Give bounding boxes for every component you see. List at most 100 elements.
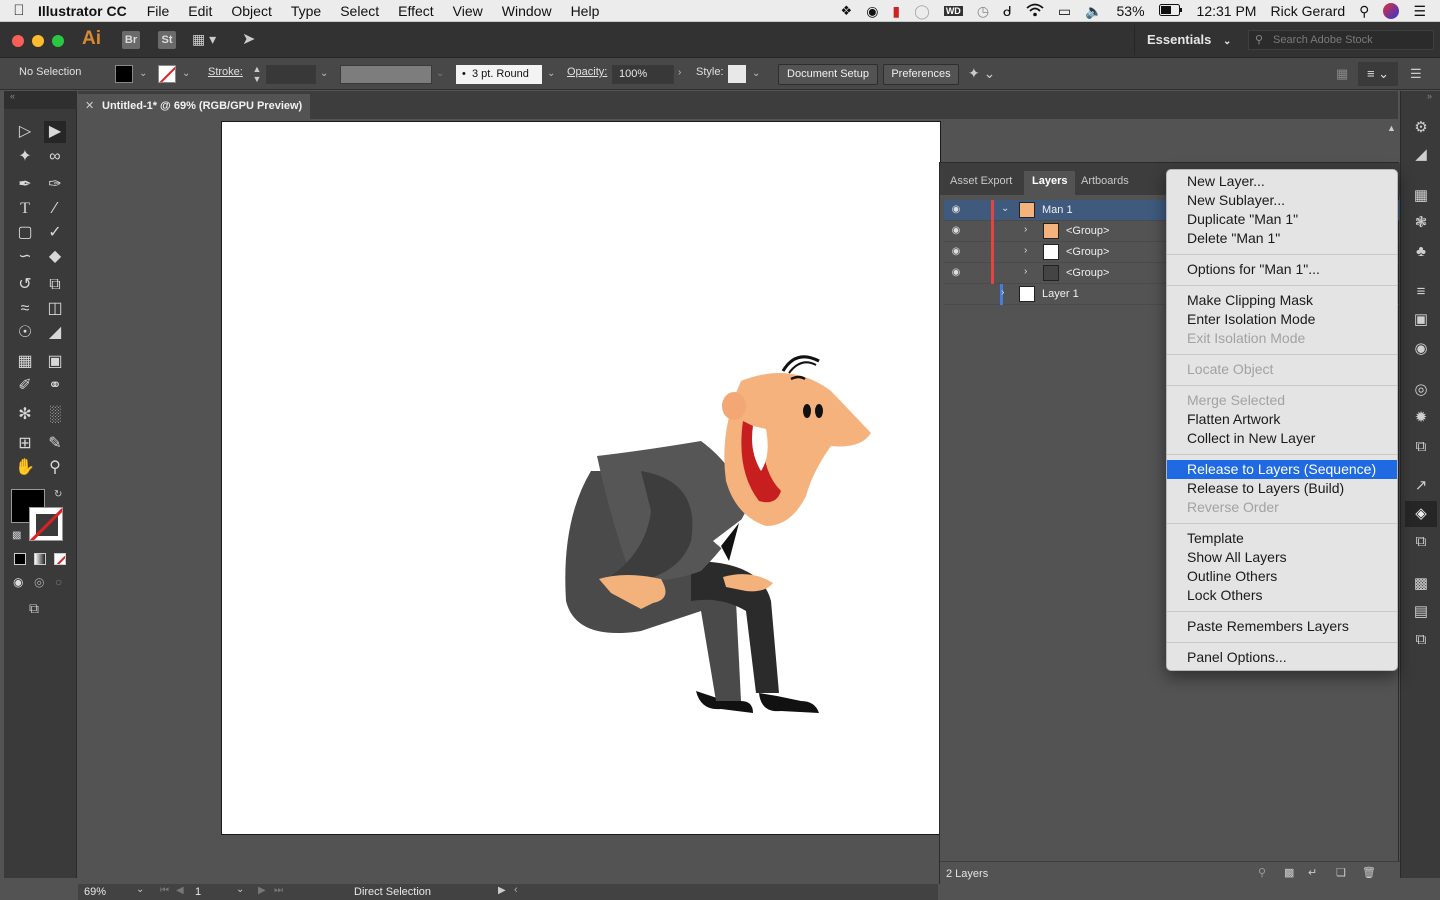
paintbrush-icon[interactable]: ✓ <box>44 222 66 244</box>
battery-percent[interactable]: 53% <box>1117 3 1145 19</box>
menu-item-make-clipping-mask[interactable]: Make Clipping Mask <box>1167 291 1397 310</box>
last-artboard-icon[interactable]: ⏭ <box>274 885 283 896</box>
scroll-left-icon[interactable]: ‹ <box>514 884 518 896</box>
default-colors-icon[interactable]: ▩ <box>12 530 21 541</box>
stroke-swatch[interactable] <box>158 65 176 83</box>
time-machine-icon[interactable]: ◷ <box>977 3 989 20</box>
menu-type[interactable]: Type <box>291 3 321 19</box>
opacity-label[interactable]: Opacity: <box>567 66 607 78</box>
dock-collapse-icon[interactable]: » <box>1427 91 1432 101</box>
menu-item-options[interactable]: Options for "Man 1"... <box>1167 260 1397 279</box>
app-menu[interactable]: Illustrator CC <box>38 3 127 19</box>
previous-artboard-icon[interactable]: ◀ <box>176 885 184 896</box>
menu-item-release-sequence[interactable]: Release to Layers (Sequence) <box>1167 460 1397 479</box>
tools-panel-grip[interactable]: « <box>4 91 77 109</box>
artboard[interactable] <box>221 121 941 835</box>
rectangle-tool-icon[interactable]: ▢ <box>14 222 36 244</box>
eyedropper-icon[interactable]: ✐ <box>14 375 36 397</box>
variable-width-profile[interactable] <box>340 65 432 84</box>
expand-chevron-icon[interactable]: ⌄ <box>1001 203 1009 214</box>
artboards-icon[interactable]: ⧉ <box>1412 533 1430 551</box>
profile-dropdown-icon[interactable]: ⌄ <box>436 68 444 79</box>
stroke-weight-stepper[interactable]: ▲ ▼ <box>250 64 264 86</box>
workspace-switcher[interactable]: Essentials ⌄ <box>1134 25 1240 55</box>
menu-item-delete[interactable]: Delete "Man 1" <box>1167 229 1397 248</box>
color-mode-icon[interactable] <box>14 553 26 565</box>
pen-tool-icon[interactable]: ✒ <box>14 174 36 196</box>
blend-tool-icon[interactable]: ⚭ <box>44 375 66 397</box>
align-icon[interactable]: ▤ <box>1412 603 1430 621</box>
menu-item-new-layer[interactable]: New Layer... <box>1167 172 1397 191</box>
tab-asset-export[interactable]: Asset Export <box>942 171 1020 195</box>
dimmed-circle-icon[interactable]: ◯ <box>914 3 930 20</box>
menu-edit[interactable]: Edit <box>188 3 212 19</box>
gradient-tool-icon[interactable]: ▣ <box>44 351 66 373</box>
stroke-panel-icon[interactable]: ≡ <box>1412 283 1430 301</box>
libraries-icon[interactable]: ◢ <box>1412 146 1430 164</box>
stroke-weight-field[interactable] <box>266 65 316 84</box>
create-layer-icon[interactable]: ❏ <box>1336 866 1346 879</box>
preferences-button[interactable]: Preferences <box>883 64 959 85</box>
group-name[interactable]: <Group> <box>1066 225 1109 237</box>
scroll-up-icon[interactable]: ▲ <box>1387 123 1396 133</box>
menu-item-new-sublayer[interactable]: New Sublayer... <box>1167 191 1397 210</box>
battery-app-icon[interactable]: ▮ <box>892 3 900 20</box>
menu-item-duplicate[interactable]: Duplicate "Man 1" <box>1167 210 1397 229</box>
arrange-icon[interactable]: ✦ ⌄ <box>968 65 995 82</box>
transparency-icon[interactable]: ◉ <box>1412 340 1430 358</box>
fill-dropdown-icon[interactable]: ⌄ <box>139 68 147 79</box>
shape-builder-icon[interactable]: ☉ <box>14 322 36 344</box>
clock[interactable]: 12:31 PM <box>1197 3 1257 19</box>
stroke-weight-dropdown-icon[interactable]: ⌄ <box>320 68 328 79</box>
group-name[interactable]: <Group> <box>1066 267 1109 279</box>
draw-behind-icon[interactable]: ◎ <box>34 575 44 589</box>
artboard-dropdown-icon[interactable]: ⌄ <box>236 884 244 895</box>
layer-name[interactable]: Man 1 <box>1042 204 1073 216</box>
brush-dropdown-icon[interactable]: ⌄ <box>547 68 555 79</box>
battery-icon[interactable] <box>1158 3 1183 19</box>
visibility-eye-icon[interactable]: ◉ <box>949 246 963 258</box>
graphic-styles-icon[interactable]: ✹ <box>1412 409 1430 427</box>
stroke-label[interactable]: Stroke: <box>208 66 243 78</box>
symbols-icon[interactable]: ♣ <box>1412 243 1430 261</box>
grid-arrange-icon[interactable]: ▦ <box>1336 66 1348 82</box>
menu-window[interactable]: Window <box>502 3 552 19</box>
status-menu-icon[interactable]: ▶ <box>498 885 506 896</box>
eraser-icon[interactable]: ◆ <box>44 246 66 268</box>
menu-object[interactable]: Object <box>231 3 271 19</box>
menu-item-template[interactable]: Template <box>1167 529 1397 548</box>
close-window-button[interactable] <box>12 35 24 47</box>
direct-selection-tool-icon[interactable]: ▶ <box>44 121 66 143</box>
free-transform-icon[interactable]: ◫ <box>44 298 66 320</box>
draw-inside-icon[interactable]: ○ <box>55 575 62 589</box>
menu-item-paste-remembers[interactable]: Paste Remembers Layers <box>1167 617 1397 636</box>
visibility-eye-icon[interactable]: ◉ <box>949 204 963 216</box>
panel-menu-icon[interactable]: ☰ <box>1410 66 1422 82</box>
wifi-icon[interactable] <box>1026 3 1044 20</box>
stroke-color-box[interactable] <box>29 507 63 541</box>
spotlight-icon[interactable]: ⚲ <box>1359 3 1369 20</box>
zoom-field[interactable]: 69% <box>84 886 130 898</box>
cartoon-man-artwork[interactable] <box>222 122 942 836</box>
swatches-icon[interactable]: ▦ <box>1412 187 1430 205</box>
current-tool-status[interactable]: Direct Selection <box>354 886 431 898</box>
shaper-tool-icon[interactable]: ∽ <box>14 246 36 268</box>
artboard-number-field[interactable]: 1 <box>195 886 231 898</box>
dropbox-icon[interactable]: ❖ <box>841 3 853 19</box>
opacity-arrow-icon[interactable]: › <box>678 67 681 78</box>
hand-tool-icon[interactable]: ✋ <box>14 457 36 479</box>
mesh-tool-icon[interactable]: ▦ <box>14 351 36 373</box>
gradient-panel-icon[interactable]: ▣ <box>1412 311 1430 329</box>
visibility-eye-icon[interactable]: ◉ <box>949 225 963 237</box>
expand-chevron-icon[interactable]: › <box>1001 287 1004 298</box>
align-panel-icon[interactable]: ≡ ⌄ <box>1358 62 1398 86</box>
menu-file[interactable]: File <box>147 3 170 19</box>
creative-cloud-icon[interactable]: ◉ <box>866 3 878 20</box>
volume-icon[interactable]: 🔈 <box>1085 3 1102 20</box>
apple-icon[interactable]:  <box>0 2 38 19</box>
transform-icon[interactable]: ▩ <box>1412 575 1430 593</box>
pathfinder-icon[interactable]: ⧉ <box>1412 631 1430 649</box>
airplay-icon[interactable]: ▭ <box>1058 3 1071 20</box>
tab-artboards[interactable]: Artboards <box>1073 171 1137 195</box>
menu-item-outline-others[interactable]: Outline Others <box>1167 567 1397 586</box>
